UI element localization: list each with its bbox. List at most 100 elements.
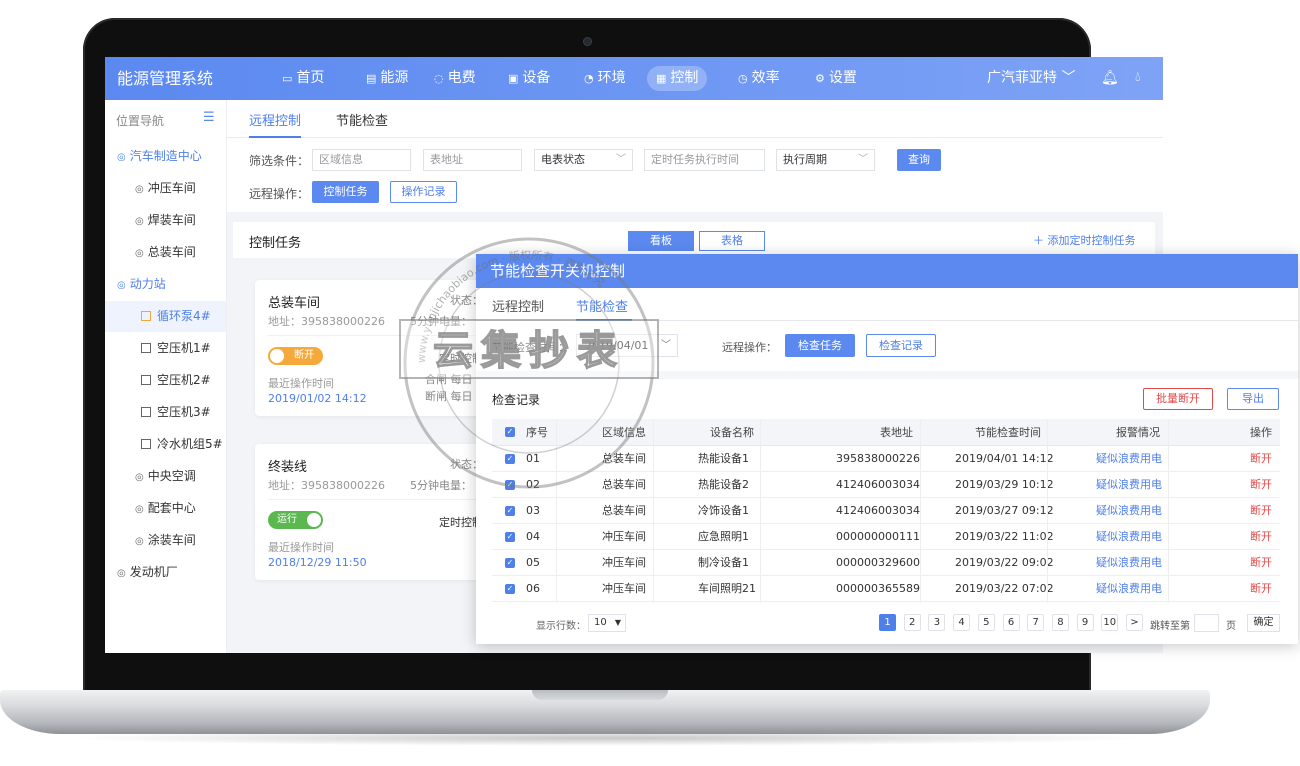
tab-energy-check[interactable]: 节能检查 <box>336 110 388 129</box>
power-toggle[interactable]: 运行 <box>268 511 323 529</box>
sidebar-item-label: 空压机1# <box>157 341 211 355</box>
cell-alarm-link[interactable]: 疑似浪费用电 <box>1096 524 1162 550</box>
sidebar-item[interactable]: ◎ 配套中心 <box>105 493 226 524</box>
add-timed-task-link[interactable]: ＋ 添加定时控制任务 <box>1033 232 1136 248</box>
nav-item[interactable]: ⚙ 设置 <box>806 66 866 91</box>
time-input[interactable]: 定时任务执行时间 <box>644 149 765 171</box>
cell-alarm-link[interactable]: 疑似浪费用电 <box>1096 498 1162 524</box>
row-checkbox[interactable]: ✓ <box>505 454 515 464</box>
table-row[interactable]: ✓ 02 总装车间 热能设备2 412406003034 2019/03/29 10:12… <box>492 472 1280 498</box>
area-input[interactable]: 区域信息 <box>312 149 411 171</box>
cell-alarm-link[interactable]: 疑似浪费用电 <box>1096 446 1162 472</box>
bell-icon[interactable]: 🔔︎ <box>1101 70 1119 86</box>
sidebar-item[interactable]: 空压机1# <box>105 333 226 364</box>
cycle-select[interactable]: 执行周期 ﹀ <box>776 149 875 171</box>
sidebar-item[interactable]: ◎ 中央空调 <box>105 461 226 492</box>
nav-item[interactable]: ◷ 效率 <box>729 66 789 91</box>
nav-icon: ◷ <box>738 72 748 85</box>
cell-meter: 395838000226 <box>836 452 920 465</box>
jump-page-input[interactable] <box>1194 614 1219 632</box>
table-row[interactable]: ✓ 01 总装车间 热能设备1 395838000226 2019/04/01 14:12… <box>492 446 1280 472</box>
table-row[interactable]: ✓ 04 冲压车间 应急照明1 000000000111 2019/03/22 11:02… <box>492 524 1280 550</box>
org-selector[interactable]: 广汽菲亚特 ﹀ <box>987 57 1075 100</box>
page-button[interactable]: 6 <box>1002 614 1020 631</box>
page-button[interactable]: 10 <box>1101 614 1119 631</box>
disconnect-link[interactable]: 断开 <box>1250 446 1272 472</box>
nav-item[interactable]: ▭ 首页 <box>273 66 333 91</box>
table-row[interactable]: ✓ 06 冲压车间 车间照明21 000000365589 2019/03/22 07:0… <box>492 576 1280 602</box>
water-drop-icon[interactable]: 💧︎ <box>1135 69 1141 85</box>
disconnect-link[interactable]: 断开 <box>1250 498 1272 524</box>
rows-per-page-select[interactable]: 10 ▼ <box>588 614 626 632</box>
next-page-button[interactable]: > <box>1126 614 1143 631</box>
disconnect-link[interactable]: 断开 <box>1250 524 1272 550</box>
device-card[interactable]: 终装线 地址：395838000226 状态： 5分钟电量： 运行 定时控制 最… <box>255 444 505 580</box>
meter-input[interactable]: 表地址 <box>423 149 522 171</box>
menu-toggle-icon[interactable]: ☰ <box>203 110 215 125</box>
nav-item[interactable]: ▤ 能源 <box>357 66 417 91</box>
export-button[interactable]: 导出 <box>1227 388 1279 410</box>
disconnect-link[interactable]: 断开 <box>1250 472 1272 498</box>
cell-area: 冲压车间 <box>602 582 646 595</box>
toggle-label: 断开 <box>294 350 314 361</box>
tab-remote-control[interactable]: 远程控制 <box>249 110 301 129</box>
page-button[interactable]: 4 <box>953 614 971 631</box>
tab-energy-check[interactable]: 节能检查 <box>576 296 628 315</box>
board-view-button[interactable]: 看板 <box>628 231 694 251</box>
page-button[interactable]: 8 <box>1051 614 1069 631</box>
power-toggle[interactable]: 断开 <box>268 347 323 365</box>
check-task-button[interactable]: 检查任务 <box>785 334 855 357</box>
control-task-button[interactable]: 控制任务 <box>312 181 379 203</box>
page-button[interactable]: 3 <box>928 614 946 631</box>
nav-item[interactable]: ◌ 电费 <box>425 66 485 91</box>
table-row[interactable]: ✓ 05 冲压车间 制冷设备1 000000329600 2019/03/22 09:02… <box>492 550 1280 576</box>
nav-item[interactable]: ▦ 控制 <box>647 66 708 91</box>
tab-remote-control[interactable]: 远程控制 <box>492 296 544 315</box>
page-button[interactable]: 2 <box>903 614 921 631</box>
sidebar-item[interactable]: 空压机3# <box>105 397 226 428</box>
sidebar-item[interactable]: ◎ 总装车间 <box>105 237 226 268</box>
sidebar-item[interactable]: ◎ 涂装车间 <box>105 525 226 556</box>
page-button[interactable]: 9 <box>1076 614 1094 631</box>
row-checkbox[interactable]: ✓ <box>505 558 515 568</box>
sidebar-item[interactable]: ◎ 动力站 <box>105 269 226 300</box>
operation-log-button[interactable]: 操作记录 <box>390 181 457 203</box>
cell-meter: 000000329600 <box>836 556 920 569</box>
device-card[interactable]: 总装车间 地址：395838000226 状态： 5分钟电量： 断开 定时控制 … <box>255 280 505 416</box>
check-log-button[interactable]: 检查记录 <box>866 334 936 357</box>
sidebar-item[interactable]: ◎ 发动机厂 <box>105 557 226 588</box>
nav-item[interactable]: ▣ 设备 <box>499 66 559 91</box>
row-checkbox[interactable]: ✓ <box>505 532 515 542</box>
row-checkbox[interactable]: ✓ <box>505 480 515 490</box>
row-checkbox[interactable]: ✓ <box>505 584 515 594</box>
cell-alarm-link[interactable]: 疑似浪费用电 <box>1096 576 1162 602</box>
select-all-checkbox[interactable]: ✓ <box>505 427 515 437</box>
batch-disconnect-button[interactable]: 批量断开 <box>1143 388 1213 410</box>
disconnect-link[interactable]: 断开 <box>1250 576 1272 602</box>
table-view-button[interactable]: 表格 <box>699 231 765 251</box>
sidebar-item[interactable]: ◎ 焊装车间 <box>105 205 226 236</box>
check-date-picker[interactable]: 2019/04/01 ﹀ <box>576 334 678 357</box>
jump-confirm-button[interactable]: 确定 <box>1247 614 1280 632</box>
page-button[interactable]: 5 <box>977 614 995 631</box>
page-unit-label: 页 <box>1226 621 1236 632</box>
query-button[interactable]: 查询 <box>897 149 941 171</box>
dialog-filter: 节能检查时间： 2019/04/01 ﹀ 远程操作： 检查任务 检查记录 <box>476 321 1298 371</box>
page-button[interactable]: 1 <box>879 614 896 631</box>
sidebar-item[interactable]: 空压机2# <box>105 365 226 396</box>
table-row[interactable]: ✓ 03 总装车间 冷饰设备1 412406003034 2019/03/27 09:12… <box>492 498 1280 524</box>
nav-item[interactable]: ◔ 环境 <box>575 66 635 91</box>
cell-alarm-link[interactable]: 疑似浪费用电 <box>1096 550 1162 576</box>
sidebar-item[interactable]: 循环泵4# <box>105 301 226 332</box>
nav-icon: ▭ <box>282 72 293 85</box>
sidebar-item[interactable]: 冷水机组5# <box>105 429 226 460</box>
cell-alarm-link[interactable]: 疑似浪费用电 <box>1096 472 1162 498</box>
cell-check-time: 2019/04/01 14:12 <box>955 452 1054 465</box>
page-button[interactable]: 7 <box>1027 614 1045 631</box>
nav-icon: ◌ <box>434 72 444 85</box>
status-select[interactable]: 电表状态 ﹀ <box>534 149 633 171</box>
disconnect-link[interactable]: 断开 <box>1250 550 1272 576</box>
sidebar-item[interactable]: ◎ 汽车制造中心 <box>105 141 226 172</box>
sidebar-item[interactable]: ◎ 冲压车间 <box>105 173 226 204</box>
row-checkbox[interactable]: ✓ <box>505 506 515 516</box>
